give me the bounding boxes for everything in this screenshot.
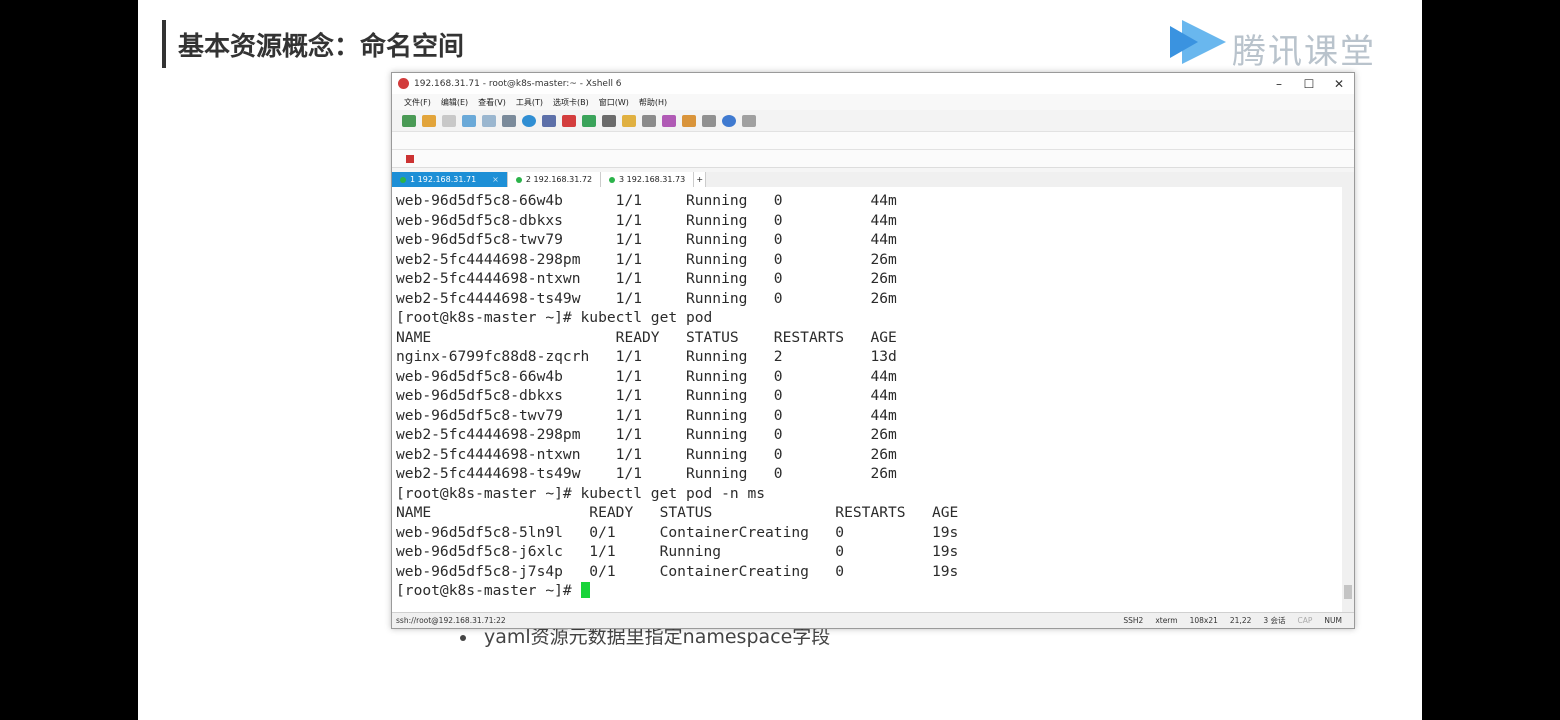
terminal-prompt-line[interactable]: [root@k8s-master ~]#	[396, 581, 1342, 601]
terminal-line: [root@k8s-master ~]# kubectl get pod -n …	[396, 484, 766, 502]
tip-bar	[392, 150, 1354, 168]
terminal-output[interactable]: web-96d5df5c8-66w4b 1/1 Running 0 44m we…	[392, 187, 1342, 612]
terminal-line: web-96d5df5c8-dbkxs 1/1 Running 0 44m	[396, 211, 897, 229]
bookmark-icon	[406, 154, 414, 163]
tab-session-3[interactable]: 3 192.168.31.73	[601, 172, 695, 187]
terminal-line: web-96d5df5c8-twv79 1/1 Running 0 44m	[396, 406, 897, 424]
new-tab-button[interactable]: +	[694, 172, 707, 187]
brand-logo: 腾讯课堂	[1168, 16, 1388, 72]
tab-session-3-label: 3 192.168.31.73	[619, 175, 686, 184]
status-protocol: SSH2	[1123, 616, 1144, 625]
terminal-line: web2-5fc4444698-ntxwn 1/1 Running 0 26m	[396, 270, 897, 287]
menu-tools[interactable]: 工具(T)	[516, 97, 543, 108]
terminal-line: web-96d5df5c8-j6xlc 1/1 Running 0 19s	[396, 543, 959, 560]
menu-file[interactable]: 文件(F)	[404, 97, 431, 108]
terminal-line: NAME READY STATUS RESTARTS AGE	[396, 504, 959, 521]
terminal-line: web-96d5df5c8-twv79 1/1 Running 0 44m	[396, 231, 897, 248]
disconnect-icon[interactable]	[442, 114, 456, 127]
minimize-button[interactable]: –	[1264, 77, 1294, 91]
folder-icon[interactable]	[682, 114, 696, 127]
toolbar	[392, 110, 1354, 132]
status-terminal-type: xterm	[1155, 616, 1178, 625]
close-button[interactable]: ✕	[1324, 77, 1354, 91]
layout-icon[interactable]	[702, 114, 716, 127]
status-caps: CAP	[1297, 616, 1313, 625]
brand-text: 腾讯课堂	[1232, 32, 1376, 72]
globe-icon[interactable]	[522, 114, 536, 127]
brand-play-icon	[1170, 20, 1226, 64]
maximize-button[interactable]: ☐	[1294, 77, 1324, 91]
terminal-scrollbar[interactable]	[1342, 187, 1354, 612]
tab-session-1-label: 1 192.168.31.71	[410, 175, 477, 184]
terminal-prompt: [root@k8s-master ~]#	[396, 582, 581, 599]
transfer-icon[interactable]	[582, 114, 596, 127]
tab-close-icon[interactable]: ×	[492, 175, 499, 184]
status-cursor-pos: 21,22	[1229, 616, 1252, 625]
help-icon[interactable]	[722, 114, 736, 127]
chat-icon[interactable]	[742, 114, 756, 127]
connected-dot-icon	[400, 176, 406, 183]
terminal-line: web2-5fc4444698-298pm 1/1 Running 0 26m	[396, 250, 897, 268]
reconnect-icon[interactable]	[462, 114, 476, 127]
tab-session-1[interactable]: 1 192.168.31.71 ×	[392, 172, 508, 187]
connected-dot-icon	[515, 176, 522, 183]
font-icon[interactable]	[542, 114, 556, 127]
terminal-line: [root@k8s-master ~]# kubectl get pod	[396, 309, 713, 326]
xshell-app-icon	[398, 78, 409, 89]
script-icon[interactable]	[662, 114, 676, 127]
menu-edit[interactable]: 编辑(E)	[441, 97, 468, 108]
terminal-line: web-96d5df5c8-dbkxs 1/1 Running 0 44m	[396, 387, 897, 404]
terminal-line: web-96d5df5c8-j7s4p 0/1 ContainerCreatin…	[396, 562, 959, 580]
terminal-line: web2-5fc4444698-ntxwn 1/1 Running 0 26m	[396, 445, 897, 463]
terminal-line: web2-5fc4444698-ts49w 1/1 Running 0 26m	[396, 465, 897, 482]
terminal-line: NAME READY STATUS RESTARTS AGE	[396, 328, 897, 346]
terminal-line: web-96d5df5c8-5ln9l 0/1 ContainerCreatin…	[396, 523, 959, 541]
menu-help[interactable]: 帮助(H)	[639, 97, 667, 108]
window-title: 192.168.31.71 - root@k8s-master:~ - Xshe…	[414, 78, 622, 89]
title-accent-bar	[162, 20, 166, 68]
menu-window[interactable]: 窗口(W)	[599, 97, 629, 108]
bullet-dot-icon	[460, 634, 466, 641]
status-connection: ssh://root@192.168.31.71:22	[396, 616, 506, 625]
xftp-icon[interactable]	[562, 114, 576, 127]
menu-tabs[interactable]: 选项卡(B)	[553, 97, 589, 108]
terminal-line: web-96d5df5c8-66w4b 1/1 Running 0 44m	[396, 367, 897, 385]
connected-dot-icon	[609, 176, 616, 183]
slide-bullet-text: yaml资源元数据里指定namespace字段	[484, 626, 831, 648]
terminal-line: web-96d5df5c8-66w4b 1/1 Running 0 44m	[396, 192, 897, 209]
session-tabbar: 1 192.168.31.71 × 2 192.168.31.72 3 192.…	[392, 172, 1354, 187]
scrollbar-thumb[interactable]	[1344, 585, 1352, 599]
tab-session-2-label: 2 192.168.31.72	[525, 175, 593, 184]
find-icon[interactable]	[482, 114, 496, 127]
slide-title: 基本资源概念：命名空间	[178, 32, 465, 62]
statusbar: ssh://root@192.168.31.71:22 SSH2 xterm 1…	[392, 612, 1354, 628]
xshell-window: 192.168.31.71 - root@k8s-master:~ - Xshe…	[391, 72, 1355, 629]
status-size: 108x21	[1189, 616, 1218, 625]
menu-view[interactable]: 查看(V)	[478, 97, 506, 108]
new-session-icon[interactable]	[402, 114, 416, 127]
print-icon[interactable]	[502, 114, 516, 127]
fullscreen-icon[interactable]	[602, 114, 616, 127]
status-sessions: 3 会话	[1263, 616, 1286, 625]
keyboard-icon[interactable]	[642, 114, 656, 127]
window-titlebar[interactable]: 192.168.31.71 - root@k8s-master:~ - Xshe…	[392, 73, 1354, 94]
address-bar[interactable]	[392, 132, 1354, 150]
terminal-cursor	[580, 582, 590, 598]
menubar: 文件(F) 编辑(E) 查看(V) 工具(T) 选项卡(B) 窗口(W) 帮助(…	[392, 94, 1354, 110]
terminal-line: web2-5fc4444698-298pm 1/1 Running 0 26m	[396, 426, 897, 443]
open-folder-icon[interactable]	[422, 114, 436, 127]
terminal-line: web2-5fc4444698-ts49w 1/1 Running 0 26m	[396, 289, 897, 307]
tab-session-2[interactable]: 2 192.168.31.72	[507, 172, 602, 187]
terminal-line: nginx-6799fc88d8-zqcrh 1/1 Running 2 13d	[396, 348, 897, 365]
lock-icon[interactable]	[622, 114, 636, 127]
status-num: NUM	[1324, 616, 1342, 625]
